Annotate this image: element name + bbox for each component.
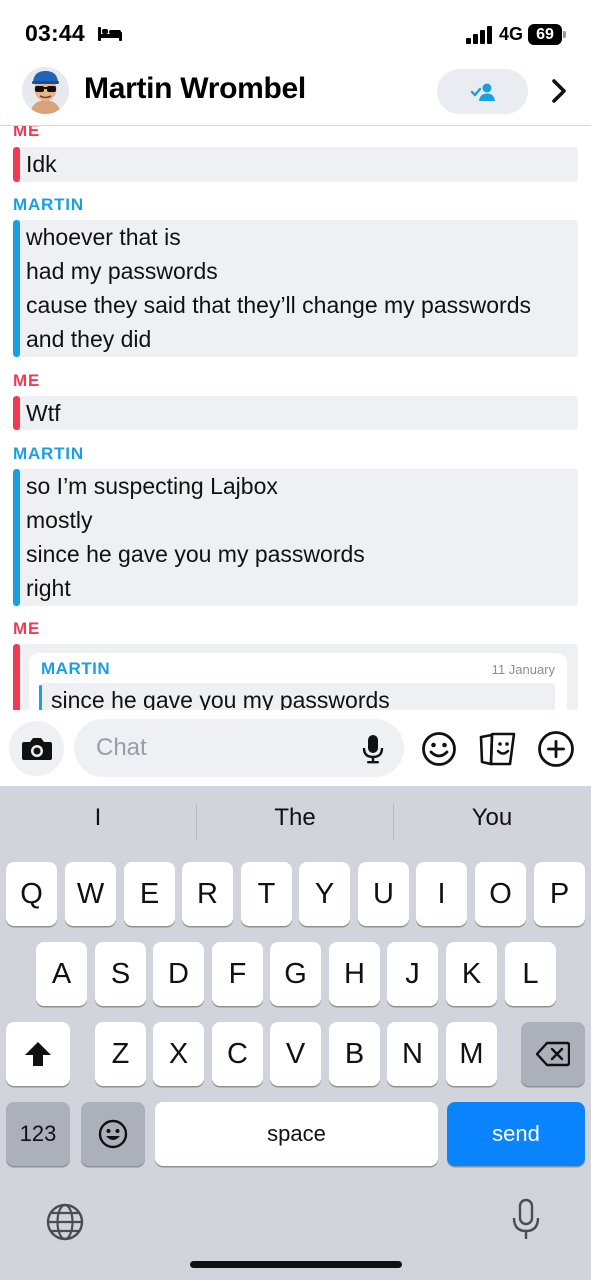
battery-level: 69 [536,26,554,43]
message-text: whoever that is [26,224,181,250]
emoji-keyboard-key[interactable] [81,1102,145,1166]
battery-icon: 69 [528,24,566,45]
key[interactable]: H [329,942,380,1006]
key[interactable]: X [153,1022,204,1086]
key[interactable]: T [241,862,292,926]
network-type: 4G [499,24,524,44]
key[interactable]: A [36,942,87,1006]
suggestion[interactable]: The [197,804,393,832]
numbers-key[interactable]: 123 [6,1102,70,1166]
chat-header: Martin Wrombel [0,62,591,126]
message-sender-me: ME [13,619,41,638]
message-text: so I’m suspecting Lajbox [26,473,278,499]
key[interactable]: Q [6,862,57,926]
friend-status-button[interactable] [437,69,528,114]
key[interactable]: E [124,862,175,926]
emoji-icon[interactable] [421,731,457,767]
message-sender-martin: MARTIN [13,195,84,214]
add-friend-icon [470,83,495,101]
bed-icon [98,27,122,41]
message-text: Wtf [26,400,61,426]
message-text: and they did [26,326,152,352]
emoji-keyboard-icon [98,1119,128,1149]
key[interactable]: U [358,862,409,926]
key[interactable]: J [387,942,438,1006]
key[interactable]: V [270,1022,321,1086]
message-text: right [26,575,71,601]
message-sender-me: ME [13,126,41,140]
dictation-mic-icon[interactable] [511,1198,541,1242]
contact-name[interactable]: Martin Wrombel [84,72,306,106]
shift-icon [25,1042,51,1066]
key[interactable]: L [505,942,556,1006]
key[interactable]: S [95,942,146,1006]
keyboard: I The You Q W E R T Y U I O P A S D F G … [0,786,591,1280]
backspace-icon [536,1041,570,1067]
message-text: since he gave you my passwords [26,541,365,567]
key[interactable]: R [182,862,233,926]
message-sender-martin: MARTIN [13,444,84,463]
key[interactable]: W [65,862,116,926]
quote-date: 11 January [491,662,555,677]
home-indicator [190,1261,402,1268]
backspace-key[interactable] [521,1022,585,1086]
suggestion[interactable]: I [0,804,196,832]
status-time: 03:44 [25,20,85,46]
key[interactable]: Y [299,862,350,926]
send-key[interactable]: send [447,1102,585,1166]
shift-key[interactable] [6,1022,70,1086]
chat-input[interactable]: Chat [74,719,404,777]
suggestion[interactable]: You [394,804,590,832]
globe-icon[interactable] [45,1202,85,1242]
key[interactable]: Z [95,1022,146,1086]
plus-icon[interactable] [537,730,575,768]
key[interactable]: I [416,862,467,926]
quote-text: since he gave you my passwords [51,687,390,710]
quote-body: since he gave you my passwords [39,683,555,710]
message-text: cause they said that they’ll change my p… [26,292,531,318]
message-text: had my passwords [26,258,218,284]
camera-button[interactable] [9,721,64,776]
key[interactable]: M [446,1022,497,1086]
mic-icon[interactable] [361,734,385,764]
status-bar: 03:44 4G 69 [0,0,591,62]
space-key[interactable]: space [155,1102,438,1166]
chevron-right-icon[interactable] [547,76,571,106]
chat-input-bar: Chat [0,710,591,786]
chat-input-placeholder: Chat [96,734,147,761]
key[interactable]: F [212,942,263,1006]
key[interactable]: G [270,942,321,1006]
key[interactable]: C [212,1022,263,1086]
sticker-icon[interactable] [478,731,518,767]
quoted-message[interactable]: MARTIN 11 January since he gave you my p… [29,653,567,710]
key[interactable]: N [387,1022,438,1086]
message-text: mostly [26,507,93,533]
message-sender-me: ME [13,371,41,390]
camera-icon [21,737,52,760]
avatar[interactable] [22,67,69,114]
message-list[interactable]: ME Idk MARTIN whoever that is had my pas… [0,126,591,710]
message-group[interactable]: MARTIN 11 January since he gave you my p… [13,644,578,710]
message-group[interactable]: Wtf [13,396,578,430]
key[interactable]: K [446,942,497,1006]
message-group[interactable]: Idk [13,147,578,182]
key[interactable]: P [534,862,585,926]
message-text: Idk [26,151,57,177]
key[interactable]: B [329,1022,380,1086]
key[interactable]: D [153,942,204,1006]
message-group[interactable]: so I’m suspecting Lajbox mostly since he… [13,469,578,606]
key[interactable]: O [475,862,526,926]
message-group[interactable]: whoever that is had my passwords cause t… [13,220,578,357]
signal-icon [466,26,492,44]
quote-sender: MARTIN [41,659,111,678]
predictive-bar: I The You [0,786,591,860]
